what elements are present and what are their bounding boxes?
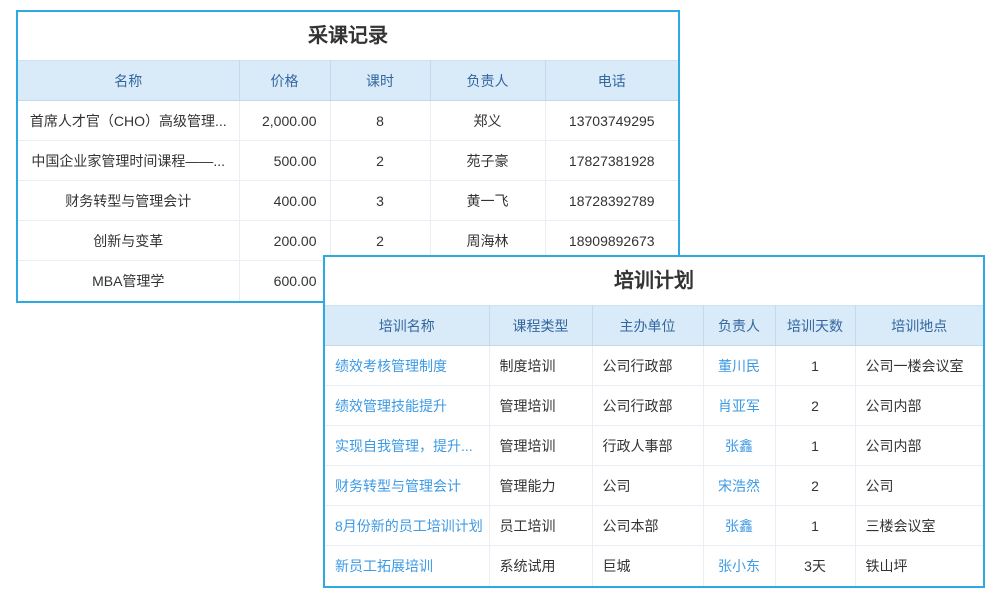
column-header: 课时 [330, 61, 430, 101]
table-cell: 实现自我管理，提升... [325, 426, 489, 466]
table-cell: 黄一飞 [430, 181, 545, 221]
cell-link[interactable]: 财务转型与管理会计 [335, 478, 461, 494]
purchase-records-title: 采课记录 [18, 12, 678, 60]
table-cell: 600.00 [239, 261, 330, 301]
cell-link[interactable]: 张鑫 [725, 518, 753, 534]
table-cell: 首席人才官（CHO）高级管理... [18, 101, 239, 141]
cell-link[interactable]: 肖亚军 [718, 398, 760, 414]
table-cell: 绩效管理技能提升 [325, 386, 489, 426]
table-cell: 铁山坪 [855, 546, 983, 586]
table-cell: 宋浩然 [703, 466, 775, 506]
table-cell: 公司 [855, 466, 983, 506]
header-row: 培训名称课程类型主办单位负责人培训天数培训地点 [325, 306, 983, 346]
table-cell: 3天 [775, 546, 855, 586]
column-header: 培训名称 [325, 306, 489, 346]
table-cell: 郑义 [430, 101, 545, 141]
table-cell: 3 [330, 181, 430, 221]
column-header: 负责人 [703, 306, 775, 346]
table-cell: 董川民 [703, 346, 775, 386]
column-header: 主办单位 [592, 306, 703, 346]
table-cell: 制度培训 [489, 346, 592, 386]
column-header: 名称 [18, 61, 239, 101]
table-cell: 创新与变革 [18, 221, 239, 261]
column-header: 负责人 [430, 61, 545, 101]
table-cell: 管理能力 [489, 466, 592, 506]
table-cell: 巨城 [592, 546, 703, 586]
table-cell: 财务转型与管理会计 [18, 181, 239, 221]
table-cell: 公司本部 [592, 506, 703, 546]
table-row: 财务转型与管理会计管理能力公司宋浩然2公司 [325, 466, 983, 506]
table-row: 财务转型与管理会计400.003黄一飞18728392789 [18, 181, 678, 221]
table-cell: 200.00 [239, 221, 330, 261]
table-row: 中国企业家管理时间课程——...500.002苑子豪17827381928 [18, 141, 678, 181]
table-cell: 员工培训 [489, 506, 592, 546]
table-cell: 公司内部 [855, 426, 983, 466]
cell-link[interactable]: 张鑫 [725, 438, 753, 454]
training-plan-title: 培训计划 [325, 257, 983, 305]
table-cell: MBA管理学 [18, 261, 239, 301]
table-cell: 1 [775, 506, 855, 546]
table-row: 8月份新的员工培训计划员工培训公司本部 张鑫 1三楼会议室 [325, 506, 983, 546]
table-cell: 肖亚军 [703, 386, 775, 426]
table-cell: 13703749295 [545, 101, 678, 141]
table-cell: 新员工拓展培训 [325, 546, 489, 586]
table-cell: 公司内部 [855, 386, 983, 426]
table-cell: 500.00 [239, 141, 330, 181]
table-cell: 中国企业家管理时间课程——... [18, 141, 239, 181]
table-cell: 行政人事部 [592, 426, 703, 466]
table-row: 绩效管理技能提升 管理培训公司行政部肖亚军 2公司内部 [325, 386, 983, 426]
training-plan-panel: 培训计划 培训名称课程类型主办单位负责人培训天数培训地点 绩效考核管理制度 制度培… [323, 255, 985, 588]
column-header: 培训天数 [775, 306, 855, 346]
table-cell: 管理培训 [489, 386, 592, 426]
cell-link[interactable]: 张小东 [718, 558, 760, 574]
column-header: 电话 [545, 61, 678, 101]
header-row: 名称价格课时负责人电话 [18, 61, 678, 101]
table-cell: 1 [775, 426, 855, 466]
training-plan-table: 培训名称课程类型主办单位负责人培训天数培训地点 绩效考核管理制度制度培训公司行政… [325, 305, 983, 586]
cell-link[interactable]: 新员工拓展培训 [335, 558, 433, 574]
table-cell: 苑子豪 [430, 141, 545, 181]
table-cell: 2 [775, 466, 855, 506]
table-cell: 18728392789 [545, 181, 678, 221]
table-cell: 张小东 [703, 546, 775, 586]
column-header: 课程类型 [489, 306, 592, 346]
table-cell: 公司行政部 [592, 346, 703, 386]
table-cell: 张鑫 [703, 426, 775, 466]
table-cell: 三楼会议室 [855, 506, 983, 546]
cell-link[interactable]: 董川民 [718, 358, 760, 374]
table-cell: 公司一楼会议室 [855, 346, 983, 386]
table-cell: 2 [330, 141, 430, 181]
table-cell: 8月份新的员工培训计划 [325, 506, 489, 546]
cell-link[interactable]: 实现自我管理，提升... [335, 438, 473, 454]
cell-link[interactable]: 宋浩然 [718, 478, 760, 494]
column-header: 价格 [239, 61, 330, 101]
table-cell: 8 [330, 101, 430, 141]
table-cell: 2 [775, 386, 855, 426]
table-cell: 公司行政部 [592, 386, 703, 426]
cell-link[interactable]: 绩效管理技能提升 [335, 398, 447, 414]
table-row: 绩效考核管理制度 制度培训公司行政部董川民 1公司一楼会议室 [325, 346, 983, 386]
table-cell: 管理培训 [489, 426, 592, 466]
table-cell: 1 [775, 346, 855, 386]
table-cell: 绩效考核管理制度 [325, 346, 489, 386]
table-cell: 400.00 [239, 181, 330, 221]
table-row: 新员工拓展培训 系统试用巨城张小东 3天铁山坪 [325, 546, 983, 586]
table-cell: 张鑫 [703, 506, 775, 546]
column-header: 培训地点 [855, 306, 983, 346]
cell-link[interactable]: 8月份新的员工培训计划 [335, 518, 483, 534]
table-cell: 系统试用 [489, 546, 592, 586]
table-cell: 17827381928 [545, 141, 678, 181]
cell-link[interactable]: 绩效考核管理制度 [335, 358, 447, 374]
table-cell: 公司 [592, 466, 703, 506]
table-row: 实现自我管理，提升... 管理培训行政人事部 张鑫 1公司内部 [325, 426, 983, 466]
table-cell: 财务转型与管理会计 [325, 466, 489, 506]
table-cell: 2,000.00 [239, 101, 330, 141]
table-row: 首席人才官（CHO）高级管理...2,000.008郑义13703749295 [18, 101, 678, 141]
